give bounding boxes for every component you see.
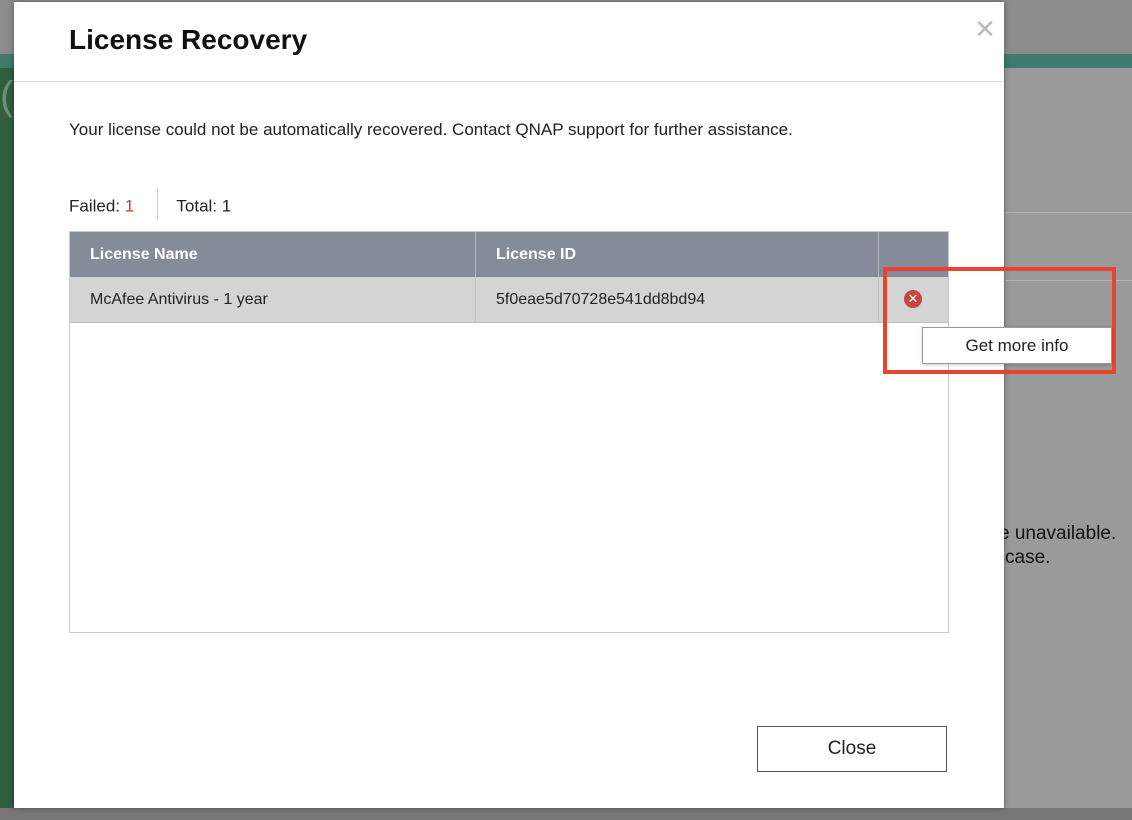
table-row[interactable]: McAfee Antivirus - 1 year 5f0eae5d70728e… — [70, 277, 948, 323]
background-partial-text: e unavailable. case. — [999, 523, 1117, 568]
total-count: 1 — [221, 196, 232, 216]
background-divider — [1005, 212, 1132, 213]
column-header-license-id[interactable]: License ID — [475, 232, 878, 277]
total-label: Total: — [176, 196, 218, 216]
dialog-title: License Recovery — [69, 24, 308, 55]
failed-label: Failed: — [69, 196, 121, 216]
close-button[interactable]: Close — [757, 726, 947, 772]
background-partial-letter: ( — [0, 74, 14, 118]
license-name-cell: McAfee Antivirus - 1 year — [90, 291, 268, 308]
failed-count: 1 — [124, 196, 135, 216]
column-header-license-name[interactable]: License Name — [70, 232, 475, 277]
get-more-info-button[interactable]: Get more info — [922, 327, 1112, 364]
status-message: Your license could not be automatically … — [69, 120, 793, 139]
close-icon[interactable]: ✕ — [972, 16, 998, 42]
recovery-stats: Failed: 1 Total: 1 — [69, 189, 232, 222]
license-recovery-dialog: License Recovery ✕ Your license could no… — [14, 2, 1004, 808]
license-table: License Name License ID McAfee Antivirus… — [69, 231, 949, 633]
background-right-panel: e unavailable. case. — [999, 68, 1132, 820]
license-id-cell: 5f0eae5d70728e541dd8bd94 — [475, 277, 878, 322]
stats-separator — [156, 189, 158, 219]
header-divider — [14, 81, 1004, 82]
background-bottom-bar — [0, 808, 1132, 820]
table-header: License Name License ID — [70, 232, 948, 277]
background-left-panel: ( — [0, 68, 14, 820]
